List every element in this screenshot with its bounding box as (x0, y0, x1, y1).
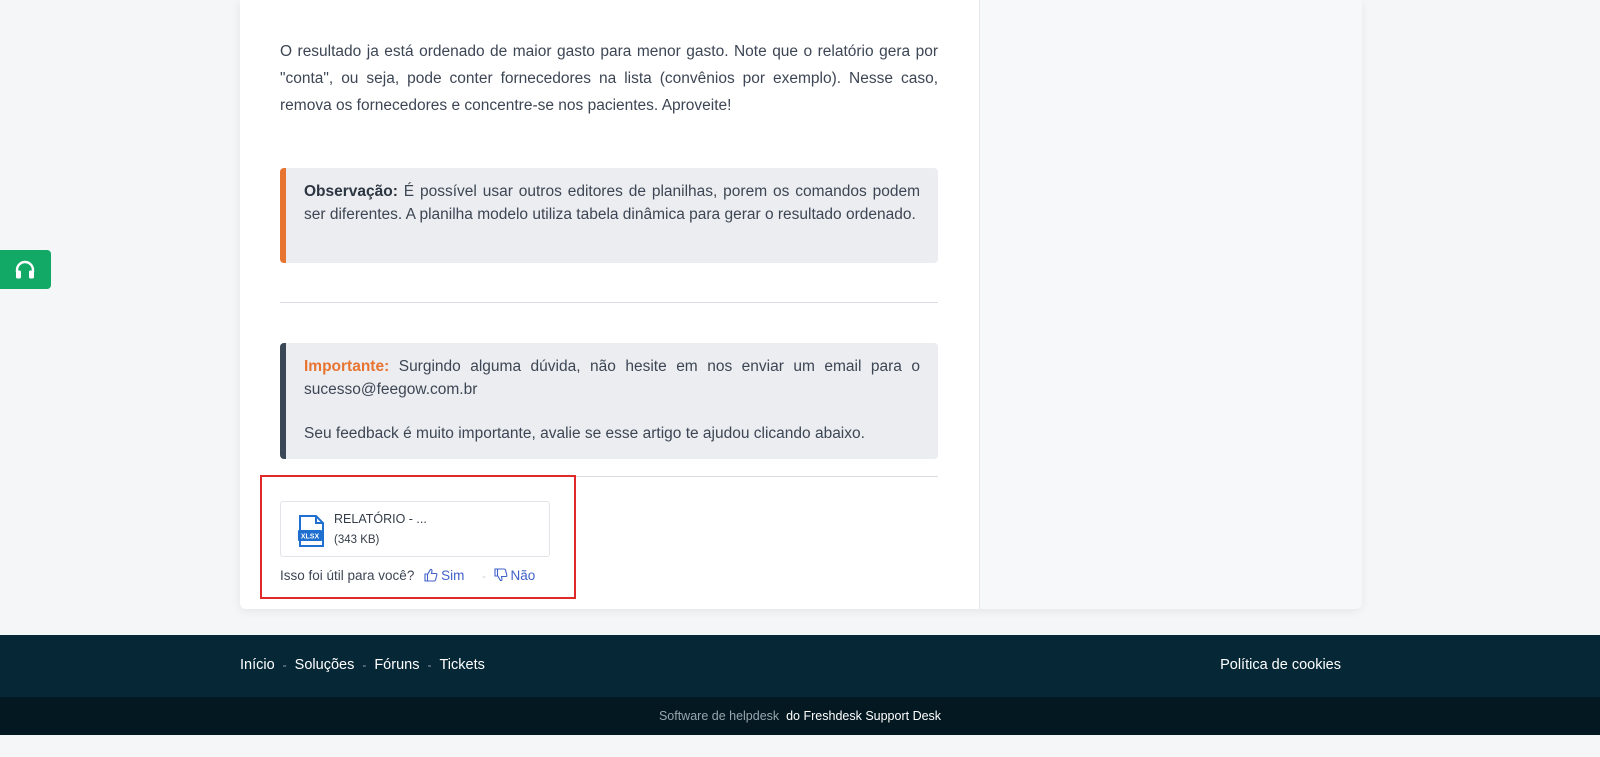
article-paragraph: O resultado ja está ordenado de maior ga… (280, 43, 938, 114)
xlsx-file-icon: XLSX (298, 515, 324, 547)
thumbs-up-icon (424, 568, 438, 582)
powered-by-bar: Software de helpdesk do Freshdesk Suppor… (0, 697, 1600, 735)
cookie-policy-link[interactable]: Política de cookies (1220, 657, 1341, 673)
article-body: O resultado ja está ordenado de maior ga… (280, 38, 938, 119)
feedback-question: Isso foi útil para você? (280, 568, 415, 583)
powered-prefix-link[interactable]: Software de helpdesk (659, 709, 779, 723)
headset-icon (15, 260, 35, 279)
divider (280, 302, 938, 303)
footer: Início - Soluções - Fóruns - Tickets Política … (0, 635, 1600, 697)
footer-separator: - (427, 658, 432, 672)
attachment-card[interactable]: XLSX RELATÓRIO - ... (343 KB) (280, 501, 550, 557)
important-text: Surgindo alguma dúvida, não hesite em no… (304, 358, 920, 398)
feedback-separator: - (482, 571, 486, 583)
thumbs-down-icon (493, 568, 507, 582)
footer-link-tickets[interactable]: Tickets (439, 657, 484, 673)
footer-separator: - (362, 658, 367, 672)
attachment-name[interactable]: RELATÓRIO - ... (334, 512, 427, 526)
important-callout: Importante: Surgindo alguma dúvida, não … (280, 343, 938, 459)
note-callout: Observação: É possível usar outros edito… (280, 168, 938, 263)
article-sidebar (979, 0, 1362, 609)
footer-separator: - (282, 658, 287, 672)
footer-link-solucoes[interactable]: Soluções (295, 657, 355, 673)
attachment-size: (343 KB) (334, 534, 380, 546)
xlsx-label: XLSX (301, 534, 320, 541)
powered-suffix: do Freshdesk Support Desk (786, 709, 942, 723)
footer-nav: Início - Soluções - Fóruns - Tickets (240, 657, 485, 673)
vote-no-label: Não (510, 568, 536, 583)
support-widget-button[interactable] (0, 250, 51, 289)
vote-no-button[interactable]: Não (493, 568, 536, 583)
feedback-note: Seu feedback é muito importante, avalie … (304, 425, 865, 442)
vote-yes-button[interactable]: Sim (424, 568, 468, 583)
feedback-row: Isso foi útil para você? Sim - Não (280, 568, 535, 583)
vote-yes-label: Sim (441, 568, 465, 583)
important-label: Importante: (304, 358, 390, 375)
footer-link-foruns[interactable]: Fóruns (374, 657, 419, 673)
note-label: Observação: (304, 183, 398, 200)
footer-link-inicio[interactable]: Início (240, 657, 275, 673)
